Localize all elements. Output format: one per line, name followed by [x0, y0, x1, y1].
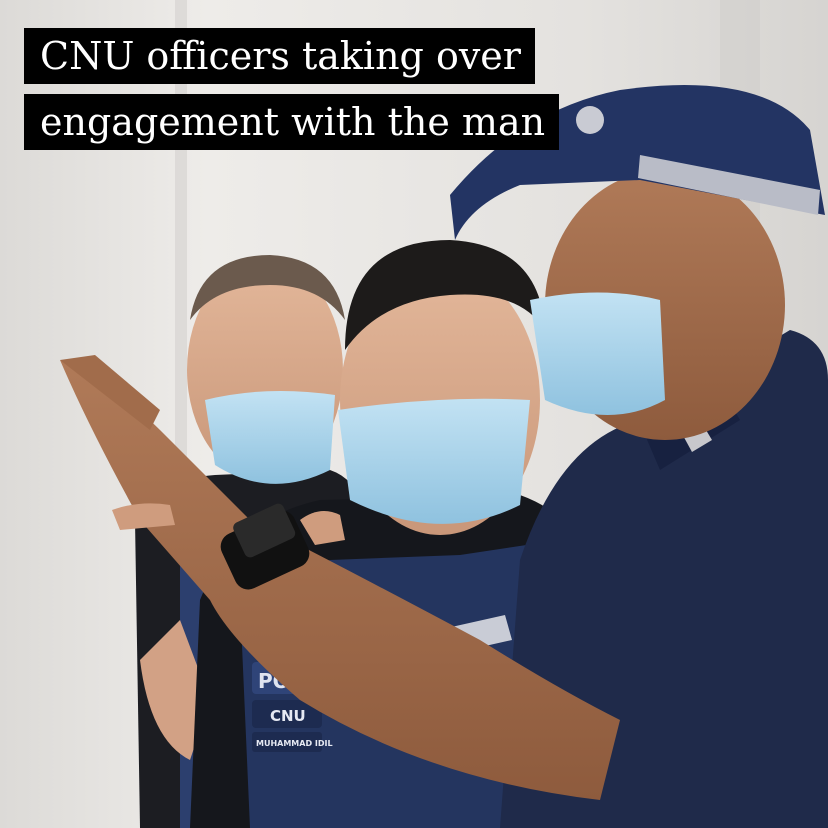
caption-line-2: engagement with the man [24, 94, 560, 150]
vest-unit-label: CNU [270, 707, 306, 725]
face-mask-left [205, 391, 335, 484]
photo: POLI CNU MUHAMMAD IDIL [0, 0, 828, 828]
caption: CNU officers taking over engagement with… [24, 28, 560, 160]
face-mask-center [338, 398, 530, 524]
caption-line-1: CNU officers taking over [24, 28, 535, 84]
vest-name-tag: MUHAMMAD IDIL [256, 739, 333, 748]
face-mask-right [530, 292, 665, 415]
